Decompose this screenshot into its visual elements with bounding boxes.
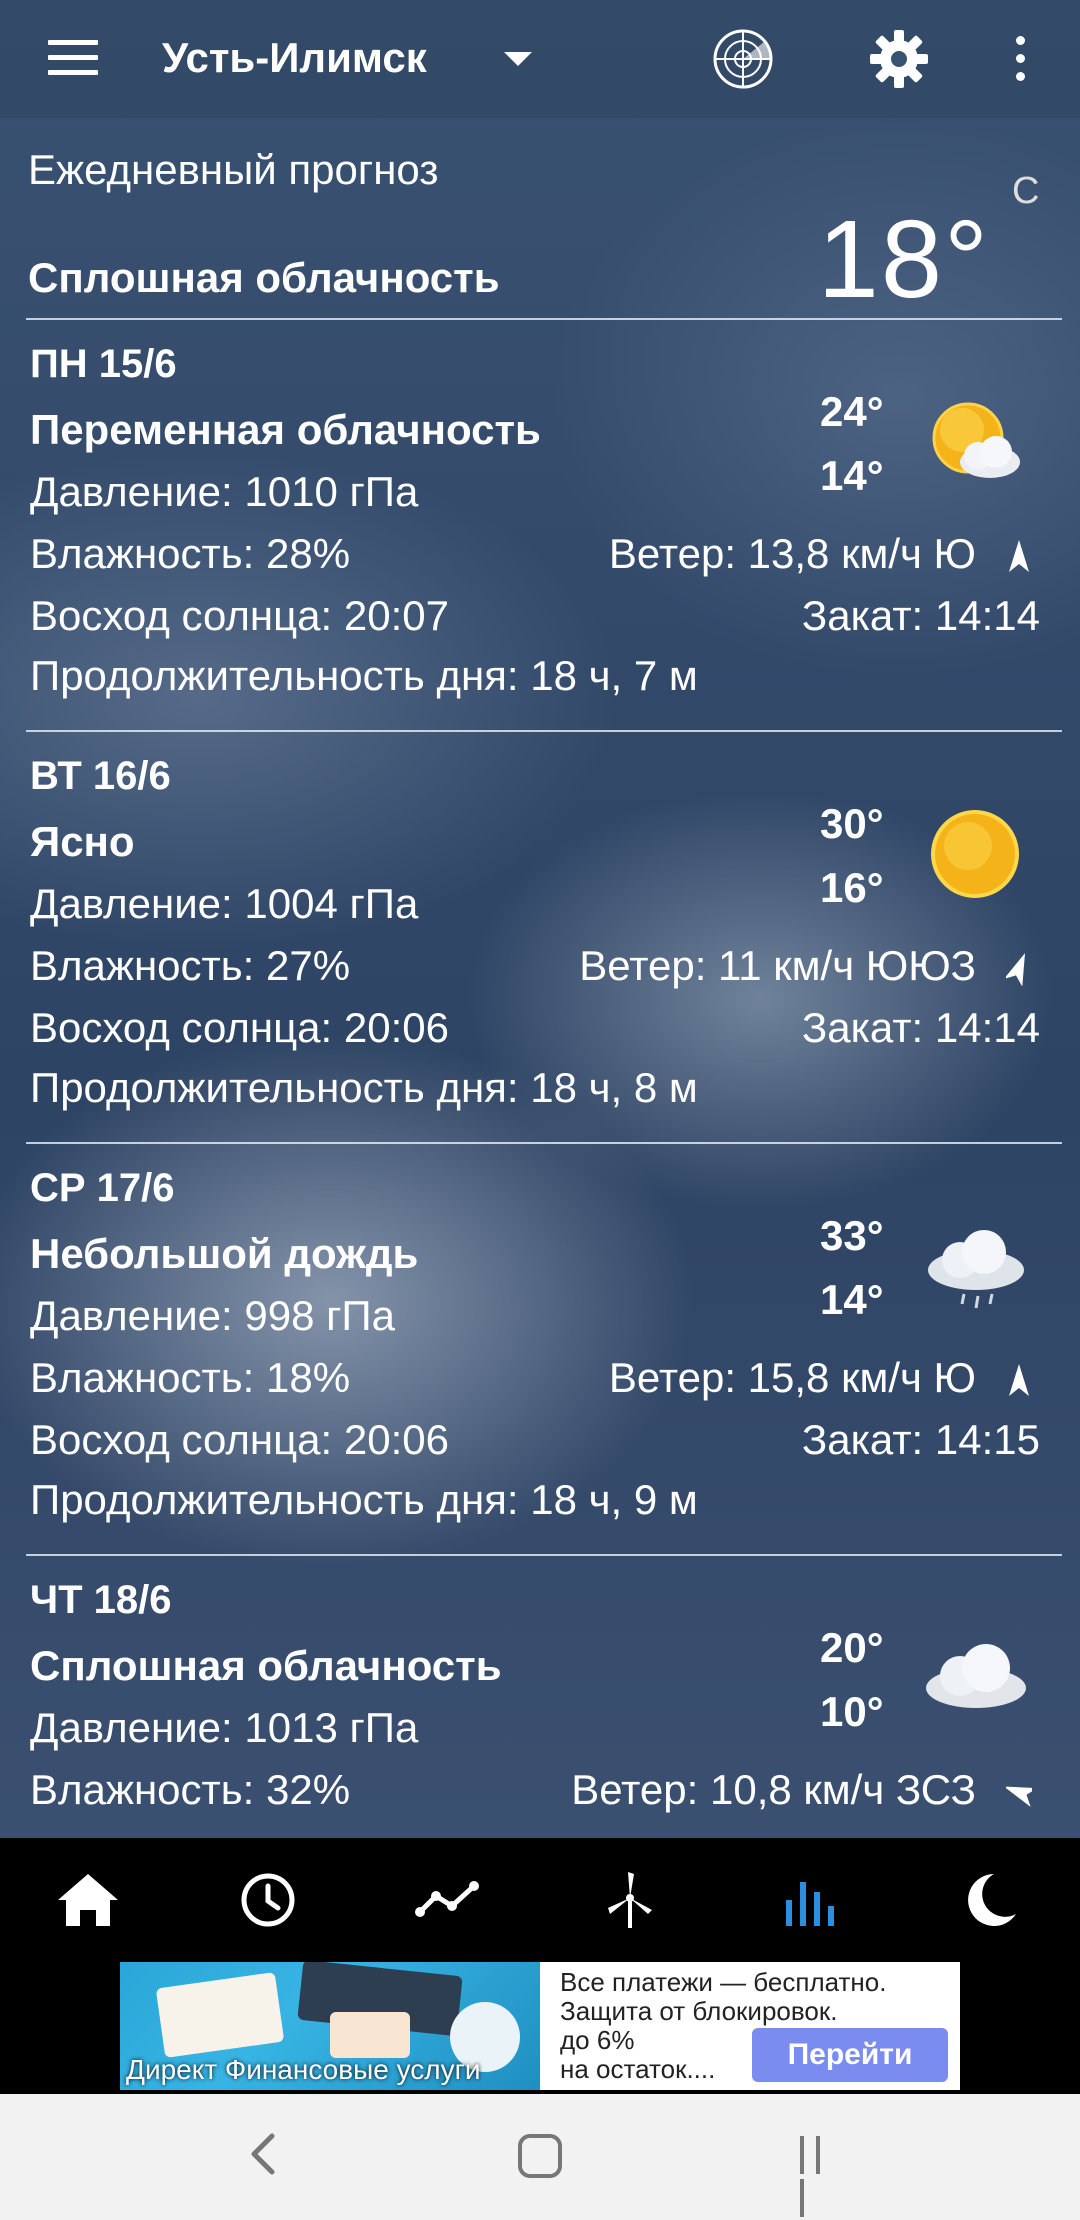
moon-icon[interactable] [954,1864,1026,1936]
day-condition: Сплошная облачность [30,1642,502,1689]
more-options-icon[interactable] [1016,36,1028,82]
home-icon[interactable] [52,1864,124,1936]
day-forecast-row[interactable]: ЧТ 18/6 Сплошная облачность Давление: 10… [0,1556,1080,1838]
day-pressure: Давление: 1013 гПа [30,1704,419,1751]
ad-text-line: Защита от блокировок. [560,1996,838,2026]
day-sunrise: Восход солнца: 20:07 [30,592,449,639]
day-forecast-row[interactable]: СР 17/6 Небольшой дождь Давление: 998 гП… [0,1144,1080,1554]
day-sunset: Закат: 14:15 [801,1416,1040,1463]
day-sunrise: Восход солнца: 20:06 [30,1416,449,1463]
day-humidity: Влажность: 32% [30,1766,351,1813]
day-low-temp: 14° [820,1276,884,1323]
day-high-temp: 33° [820,1212,884,1259]
day-date: ПН 15/6 [30,342,177,386]
day-sunrise: Восход солнца: 20:06 [30,1004,449,1051]
ad-cta-button[interactable]: Перейти [752,2028,948,2082]
system-navigation-bar [0,2094,1080,2220]
day-condition: Небольшой дождь [30,1230,419,1277]
dropdown-icon[interactable] [504,52,532,66]
wind-direction-icon [1006,953,1025,986]
wind-direction-icon [1009,540,1029,572]
day-condition: Ясно [30,818,135,865]
day-date: ЧТ 18/6 [30,1578,172,1622]
bar-chart-icon[interactable] [774,1864,846,1936]
day-wind: Ветер: 15,8 км/ч Ю [608,1354,976,1401]
day-pressure: Давление: 998 гПа [30,1292,395,1339]
day-length: Продолжительность дня: 18 ч, 9 м [30,1476,698,1523]
wind-direction-icon [1006,1786,1032,1807]
top-app-bar: Усть-Илимск [0,0,1080,118]
day-sunset: Закат: 14:14 [801,592,1040,639]
home-button[interactable] [518,2134,562,2178]
graph-icon[interactable] [412,1864,484,1936]
bottom-navigation [0,1838,1080,1962]
day-humidity: Влажность: 27% [30,942,351,989]
light-rain-icon [928,1230,1024,1309]
wind-turbine-icon[interactable] [594,1864,666,1936]
day-low-temp: 16° [820,864,884,911]
day-date: ВТ 16/6 [30,754,171,798]
wind-direction-icon [1009,1364,1029,1396]
day-low-temp: 10° [820,1688,884,1735]
day-high-temp: 24° [820,388,884,435]
day-condition: Переменная облачность [30,406,541,453]
cloud-icon [926,1644,1026,1708]
day-humidity: Влажность: 18% [30,1354,351,1401]
day-date: СР 17/6 [30,1166,175,1210]
current-temperature: 18° [817,198,990,321]
ad-banner[interactable]: Директ Финансовые услуги Все платежи — б… [120,1962,960,2090]
back-icon[interactable] [244,2130,284,2178]
day-wind: Ветер: 13,8 км/ч Ю [608,530,976,577]
current-condition: Сплошная облачность [28,254,500,301]
day-sunset: Закат: 14:14 [801,1004,1040,1051]
recent-apps-icon[interactable] [800,2136,846,2217]
day-pressure: Давление: 1004 гПа [30,880,419,927]
page-title: Ежедневный прогноз [28,146,439,193]
ad-caption: Директ Финансовые услуги [126,2054,481,2085]
menu-icon[interactable] [48,40,98,76]
day-length: Продолжительность дня: 18 ч, 8 м [30,1064,698,1111]
day-pressure: Давление: 1010 гПа [30,468,419,515]
gear-icon[interactable] [868,28,930,90]
day-high-temp: 30° [820,800,884,847]
city-name[interactable]: Усть-Илимск [162,34,427,82]
day-humidity: Влажность: 28% [30,530,351,577]
day-wind: Ветер: 11 км/ч ЮЮЗ [579,942,976,989]
day-wind: Ветер: 10,8 км/ч ЗСЗ [571,1766,976,1813]
ad-banner-area: Директ Финансовые услуги Все платежи — б… [0,1962,1080,2094]
clock-icon[interactable] [232,1864,304,1936]
sun-icon [931,810,1019,898]
day-high-temp: 20° [820,1624,884,1671]
ad-text-line: Все платежи — бесплатно. [560,1967,887,1997]
partly-cloudy-icon [932,402,1020,478]
radar-icon[interactable] [712,28,774,90]
ad-image: Директ Финансовые услуги [120,1962,540,2090]
temperature-unit[interactable]: C [1012,170,1039,213]
day-forecast-row[interactable]: ПН 15/6 Переменная облачность Давление: … [0,320,1080,730]
day-length: Продолжительность дня: 18 ч, 7 м [30,652,698,699]
day-low-temp: 14° [820,452,884,499]
day-forecast-row[interactable]: ВТ 16/6 Ясно Давление: 1004 гПа Влажност… [0,732,1080,1142]
